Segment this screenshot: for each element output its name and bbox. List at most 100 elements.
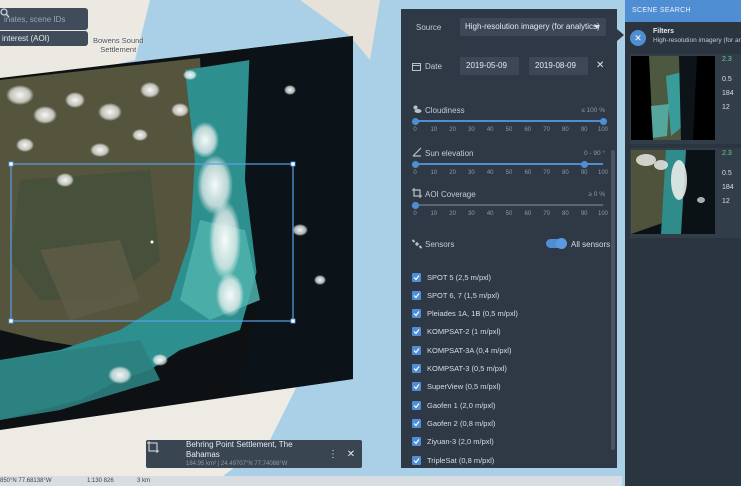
tick-label: 50 — [505, 170, 513, 176]
sensor-item[interactable]: KOMPSAT-3 (0,5 m/pxl) — [412, 363, 507, 375]
tick-label: 30 — [468, 170, 475, 176]
sensor-checkbox[interactable] — [412, 290, 421, 300]
toggle-knob — [556, 238, 567, 249]
sensor-item[interactable]: SuperView (0,5 m/pxl) — [412, 381, 501, 393]
sensor-checkbox[interactable] — [412, 382, 421, 392]
satellite-icon — [411, 239, 423, 249]
aoi-tag[interactable]: interest (AOI) — [0, 31, 88, 46]
sensor-checkbox[interactable] — [412, 437, 421, 447]
close-filters-icon[interactable]: ✕ — [630, 30, 646, 46]
slider-title: Cloudiness — [425, 106, 465, 115]
tick-label: 60 — [524, 211, 532, 217]
date-to-input[interactable]: 2019-08-09 — [529, 57, 588, 75]
scene-thumbnail — [631, 56, 715, 140]
aoi-handle[interactable] — [8, 161, 14, 167]
aoi-handle[interactable] — [8, 318, 14, 324]
location-info-bar: Behring Point Settlement, The Bahamas 18… — [146, 440, 362, 468]
map-status-bar: 850°N 77.68138°W 1:130 826 3 km — [0, 476, 622, 486]
frame-icon[interactable] — [147, 441, 176, 465]
slider-max-knob[interactable] — [580, 160, 588, 168]
chevron-down-icon — [594, 25, 600, 29]
location-title: Behring Point Settlement, The Bahamas — [186, 440, 293, 459]
sensor-checkbox[interactable] — [412, 345, 421, 355]
filters-summary[interactable]: ✕ Filters High-resolution imagery (for a… — [625, 26, 741, 48]
slider-track[interactable] — [415, 204, 603, 206]
tick-label: 70 — [543, 127, 550, 133]
scene-search-header: SCENE SEARCH — [625, 0, 741, 22]
source-select[interactable]: High-resolution imagery (for analytics) — [460, 18, 606, 36]
source-label: Source — [416, 23, 442, 32]
sensor-item[interactable]: Ziyuan-3 (2,0 m/pxl) — [412, 436, 494, 448]
tick-label: 60 — [524, 127, 532, 133]
clear-date-icon[interactable]: ✕ — [596, 60, 604, 71]
sensor-item[interactable]: SPOT 5 (2,5 m/pxl) — [412, 271, 491, 283]
slider-range: 0 - 90 ° — [583, 150, 605, 157]
tick-label: 80 — [562, 170, 569, 176]
sensors-label: Sensors — [425, 240, 455, 249]
scene-card[interactable]: 2.3 0.5 184 12 — [630, 54, 741, 144]
sensor-checkbox[interactable] — [412, 272, 421, 282]
search-icon[interactable] — [0, 8, 86, 26]
tick-label: 100 — [597, 170, 609, 176]
scene-search-panel: SCENE SEARCH ✕ Filters High-resolution i… — [625, 0, 741, 486]
sensor-name: SPOT 5 (2,5 m/pxl) — [427, 272, 492, 282]
panel-pointer — [617, 29, 624, 41]
tick-label: 30 — [468, 127, 475, 133]
distance-scale: 3 km — [137, 478, 151, 484]
cloud-sun-icon — [412, 104, 422, 114]
sensor-name: Gaofen 1 (2,0 m/pxl) — [427, 400, 496, 410]
slider-min-knob[interactable] — [411, 160, 419, 168]
scene-card[interactable]: 2.3 0.5 184 12 — [630, 148, 741, 238]
scene-meta: 2.3 — [722, 150, 732, 157]
slider-track[interactable] — [415, 163, 603, 165]
sensor-name: KOMPSAT-2 (1 m/pxl) — [427, 327, 501, 337]
sensor-checkbox[interactable] — [412, 455, 421, 465]
tick-label: 10 — [430, 170, 438, 176]
scene-meta: 12 — [722, 104, 730, 111]
aoi-handle[interactable] — [290, 161, 296, 167]
slider-max-knob[interactable] — [411, 201, 419, 209]
slider-min-knob[interactable] — [411, 117, 419, 125]
cursor-coordinates: 850°N 77.68138°W — [0, 478, 52, 484]
tick-label: 20 — [449, 170, 456, 176]
source-select-value: High-resolution imagery (for analytics) — [465, 22, 600, 31]
sensor-name: SuperView (0,5 m/pxl) — [427, 382, 501, 392]
tick-label: 20 — [449, 127, 456, 133]
tick-label: 90 — [580, 170, 588, 176]
slider-track[interactable] — [415, 120, 603, 122]
map-scale: 1:130 826 — [87, 478, 114, 484]
tick-label: 20 — [449, 211, 456, 217]
sensor-item[interactable]: KOMPSAT-2 (1 m/pxl) — [412, 326, 501, 338]
all-sensors-toggle[interactable] — [546, 238, 567, 249]
filters-scrollbar[interactable] — [611, 150, 615, 450]
sensor-item[interactable]: TripleSat (0,8 m/pxl) — [412, 454, 494, 466]
sun-angle-icon — [412, 147, 422, 157]
sensor-name: Pleiades 1A, 1B (0,5 m/pxl) — [427, 309, 518, 319]
search-input[interactable] — [4, 14, 72, 24]
sensor-item[interactable]: Gaofen 1 (2,0 m/pxl) — [412, 399, 495, 411]
sensor-checkbox[interactable] — [412, 418, 421, 428]
aoi-handle[interactable] — [290, 318, 296, 324]
more-options-icon[interactable]: ⋮ — [326, 444, 340, 464]
sensor-item[interactable]: SPOT 6, 7 (1,5 m/pxl) — [412, 289, 499, 301]
sensor-checkbox[interactable] — [412, 400, 421, 410]
close-icon[interactable]: ✕ — [344, 444, 358, 464]
sensor-name: SPOT 6, 7 (1,5 m/pxl) — [427, 290, 500, 300]
sensor-item[interactable]: KOMPSAT-3A (0,4 m/pxl) — [412, 344, 511, 356]
sensor-checkbox[interactable] — [412, 309, 421, 319]
crop-icon — [412, 188, 422, 198]
sensor-item[interactable]: Gaofen 2 (0,8 m/pxl) — [412, 417, 495, 429]
filters-panel: Source High-resolution imagery (for anal… — [401, 9, 617, 468]
sensor-checkbox[interactable] — [412, 327, 421, 337]
slider-max-knob[interactable] — [599, 117, 607, 125]
tick-label: 50 — [505, 211, 513, 217]
tick-label: 50 — [505, 127, 513, 133]
sensor-item[interactable]: Pleiades 1A, 1B (0,5 m/pxl) — [412, 308, 518, 320]
map-search-box[interactable] — [0, 8, 88, 30]
tick-label: 0 — [413, 127, 417, 133]
place-label-line: Bowens Sound — [93, 36, 144, 45]
sensor-checkbox[interactable] — [412, 364, 421, 373]
date-from-input[interactable]: 2019-05-09 — [460, 57, 519, 75]
sensor-name: KOMPSAT-3 (0,5 m/pxl) — [427, 364, 507, 373]
scene-meta: 12 — [722, 198, 730, 205]
